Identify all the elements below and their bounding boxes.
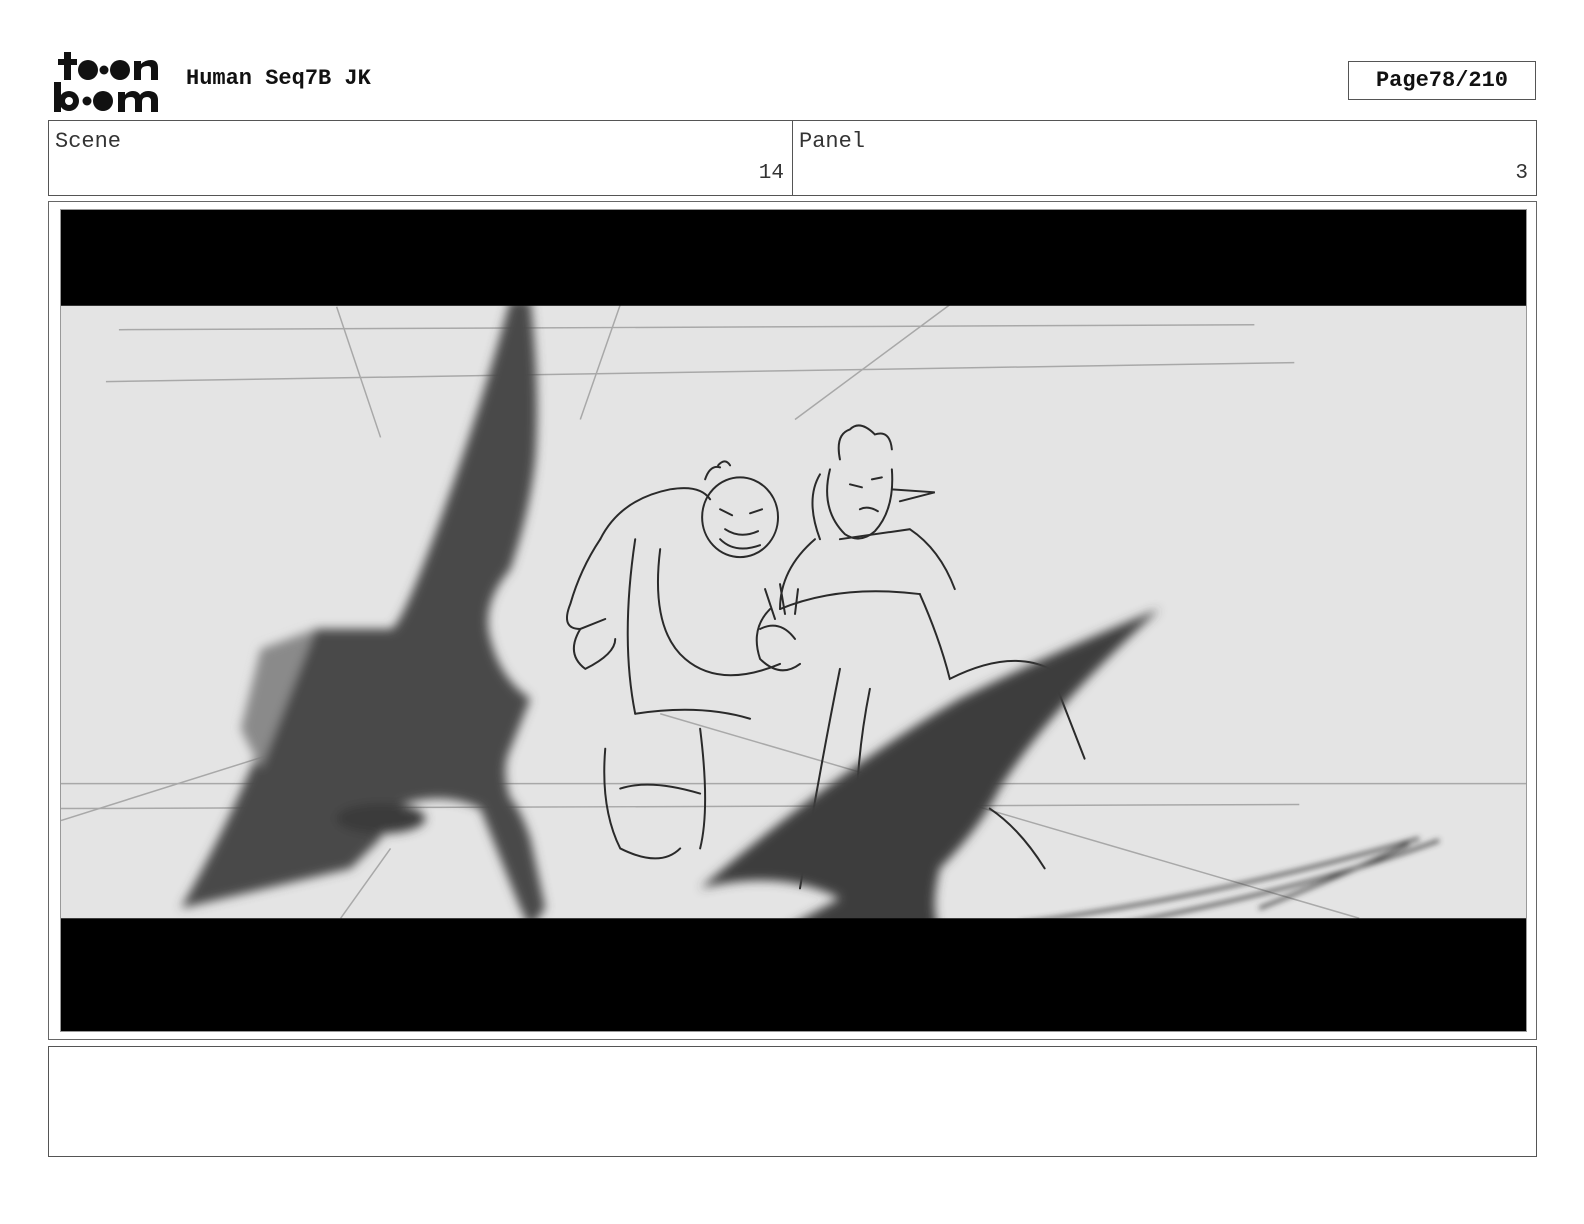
page-indicator: Page 78/210	[1348, 61, 1536, 100]
scene-label: Scene	[55, 129, 122, 154]
page-number: 78/210	[1428, 68, 1509, 93]
page-label: Page	[1375, 68, 1429, 93]
caption-box	[48, 1046, 1537, 1157]
scene-number: 14	[758, 162, 784, 185]
document-title: Human Seq7B JK	[186, 66, 371, 91]
panel-cell: Panel 3	[792, 121, 1536, 195]
storyboard-image	[60, 209, 1527, 1032]
panel-number: 3	[1515, 162, 1528, 185]
scene-cell: Scene 14	[49, 121, 792, 195]
scene-panel-row: Scene 14 Panel 3	[48, 120, 1537, 196]
panel-label: Panel	[799, 129, 866, 154]
toon-boom-logo	[54, 52, 158, 112]
